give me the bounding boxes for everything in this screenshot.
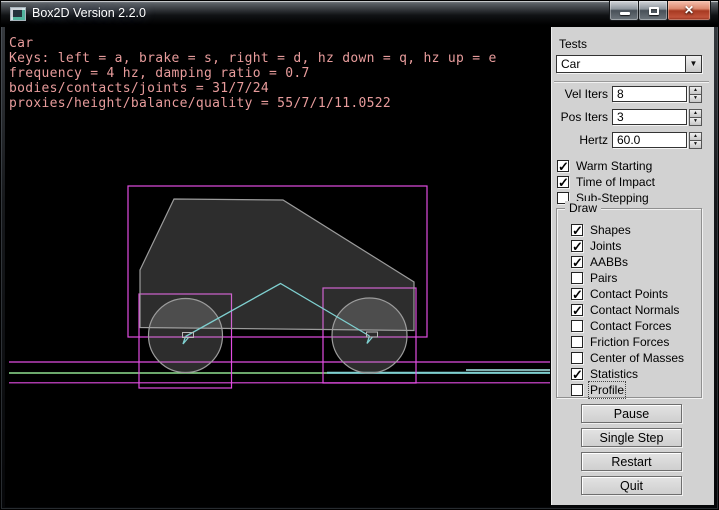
checkbox-center-of-masses[interactable]: Center of Masses	[571, 350, 701, 366]
checkbox-warm-starting[interactable]: ✓ Warm Starting	[557, 158, 712, 174]
checkbox-unchecked-icon[interactable]	[571, 352, 583, 364]
window-controls: ✕	[610, 1, 711, 21]
checkbox-shapes[interactable]: ✓ Shapes	[571, 222, 701, 238]
checkbox-checked-icon[interactable]: ✓	[571, 288, 583, 300]
maximize-icon	[649, 7, 659, 15]
hertz-stepper[interactable]: ▲▼	[689, 132, 702, 148]
spinner-row-pos-iters: Pos Iters 3▲▼	[558, 109, 710, 125]
debug-text: CarKeys: left = a, brake = s, right = d,…	[9, 36, 497, 111]
checkbox-statistics[interactable]: ✓ Statistics	[571, 366, 701, 382]
vel-iters-field[interactable]: 8	[612, 86, 687, 102]
spinner-rows: Vel Iters8▲▼Pos Iters3▲▼Hertz60.0▲▼	[558, 86, 710, 155]
checkbox-label: Center of Masses	[590, 351, 684, 365]
spinner-label: Pos Iters	[558, 110, 608, 124]
spinner-row-hertz: Hertz 60.0▲▼	[558, 132, 710, 148]
pos-iters-field[interactable]: 3	[612, 109, 687, 125]
checkbox-pairs[interactable]: Pairs	[571, 270, 701, 286]
checkbox-checked-icon[interactable]: ✓	[557, 160, 569, 172]
debug-text-line: proxies/height/balance/quality = 55/7/1/…	[9, 96, 497, 111]
close-icon: ✕	[668, 3, 710, 17]
hertz-field[interactable]: 60.0	[612, 132, 687, 148]
close-button[interactable]: ✕	[667, 1, 711, 21]
checkbox-checked-icon[interactable]: ✓	[571, 224, 583, 236]
checkbox-label: Contact Points	[590, 287, 668, 301]
checkbox-label: Shapes	[590, 223, 631, 237]
checkbox-time-of-impact[interactable]: ✓ Time of Impact	[557, 174, 712, 190]
checkbox-profile[interactable]: Profile	[571, 382, 701, 398]
window-body: CarKeys: left = a, brake = s, right = d,…	[5, 27, 714, 505]
checkbox-checked-icon[interactable]: ✓	[571, 304, 583, 316]
spinner-label: Hertz	[558, 133, 608, 147]
checkbox-label: Pairs	[590, 271, 617, 285]
checkbox-label: Statistics	[590, 367, 638, 381]
draw-group: Draw ✓Shapes✓Joints✓AABBsPairs✓Contact P…	[556, 208, 702, 398]
checkbox-label: Warm Starting	[576, 159, 652, 173]
maximize-button[interactable]	[638, 1, 668, 21]
chevron-down-icon[interactable]: ▼	[685, 56, 701, 72]
spinner-down-icon[interactable]: ▼	[689, 141, 702, 149]
checkbox-label: AABBs	[590, 255, 628, 269]
checkbox-unchecked-icon[interactable]	[571, 320, 583, 332]
pause-button[interactable]: Pause	[581, 404, 682, 423]
tests-dropdown-value: Car	[557, 56, 685, 72]
checkbox-label: Joints	[590, 239, 621, 253]
window-title: Box2D Version 2.2.0	[32, 6, 146, 20]
action-buttons: Pause Single Step Restart Quit	[581, 404, 682, 500]
checkbox-contact-forces[interactable]: Contact Forces	[571, 318, 701, 334]
spinner-up-icon[interactable]: ▲	[689, 86, 702, 95]
checkbox-aabbs[interactable]: ✓ AABBs	[571, 254, 701, 270]
checkbox-unchecked-icon[interactable]	[571, 384, 583, 396]
car-wheel-left	[149, 299, 223, 373]
simulation-canvas[interactable]: CarKeys: left = a, brake = s, right = d,…	[5, 27, 551, 507]
checkbox-checked-icon[interactable]: ✓	[571, 256, 583, 268]
control-panel: Tests Car ▼ Vel Iters8▲▼Pos Iters3▲▼Hert…	[551, 27, 714, 505]
restart-button[interactable]: Restart	[581, 452, 682, 471]
checkbox-checked-icon[interactable]: ✓	[571, 368, 583, 380]
quit-button[interactable]: Quit	[581, 476, 682, 495]
tests-label: Tests	[559, 37, 587, 51]
spinner-down-icon[interactable]: ▼	[689, 118, 702, 126]
draw-group-label: Draw	[565, 201, 601, 215]
minimize-button[interactable]	[609, 1, 639, 21]
checkbox-label: Friction Forces	[590, 335, 669, 349]
checkbox-label: Time of Impact	[576, 175, 655, 189]
separator	[554, 81, 709, 83]
checkbox-label: Contact Forces	[590, 319, 671, 333]
app-window: Box2D Version 2.2.0 ✕	[0, 0, 719, 510]
spinner-label: Vel Iters	[558, 87, 608, 101]
checkbox-joints[interactable]: ✓ Joints	[571, 238, 701, 254]
titlebar[interactable]: Box2D Version 2.2.0 ✕	[1, 1, 718, 27]
checkbox-label: Profile	[590, 383, 624, 397]
debug-text-line: frequency = 4 hz, damping ratio = 0.7	[9, 66, 497, 81]
checkbox-checked-icon[interactable]: ✓	[557, 176, 569, 188]
spinner-down-icon[interactable]: ▼	[689, 95, 702, 103]
checkbox-unchecked-icon[interactable]	[571, 272, 583, 284]
debug-text-line: bodies/contacts/joints = 31/7/24	[9, 81, 497, 96]
draw-checkbox-rows: ✓ Shapes ✓ Joints ✓ AABBs Pairs ✓ Contact Points…	[557, 209, 701, 398]
debug-text-line: Car	[9, 36, 497, 51]
checkbox-checked-icon[interactable]: ✓	[571, 240, 583, 252]
checkbox-contact-points[interactable]: ✓ Contact Points	[571, 286, 701, 302]
spinner-up-icon[interactable]: ▲	[689, 132, 702, 141]
debug-text-line: Keys: left = a, brake = s, right = d, hz…	[9, 51, 497, 66]
single-step-button[interactable]: Single Step	[581, 428, 682, 447]
checkbox-unchecked-icon[interactable]	[571, 336, 583, 348]
checkbox-friction-forces[interactable]: Friction Forces	[571, 334, 701, 350]
spinner-up-icon[interactable]: ▲	[689, 109, 702, 118]
spinner-row-vel-iters: Vel Iters 8▲▼	[558, 86, 710, 102]
minimize-icon	[620, 12, 630, 15]
checkbox-label: Contact Normals	[590, 303, 679, 317]
tests-dropdown[interactable]: Car ▼	[556, 55, 702, 73]
app-icon	[10, 7, 26, 21]
toggle-checkbox-rows: ✓Warm Starting✓Time of ImpactSub-Steppin…	[557, 158, 712, 206]
checkbox-contact-normals[interactable]: ✓ Contact Normals	[571, 302, 701, 318]
vel-iters-stepper[interactable]: ▲▼	[689, 86, 702, 102]
pos-iters-stepper[interactable]: ▲▼	[689, 109, 702, 125]
